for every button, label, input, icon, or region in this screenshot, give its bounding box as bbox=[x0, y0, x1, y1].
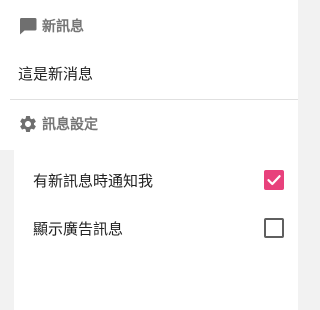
pref-label-show-ad-messages: 顯示廣告訊息 bbox=[33, 220, 124, 238]
new-message-panel: 新訊息 這是新消息 訊息設定 bbox=[0, 0, 298, 150]
new-message-section-header: 新訊息 bbox=[18, 15, 84, 37]
new-message-section-title: 新訊息 bbox=[42, 19, 84, 35]
message-settings-section-header: 訊息設定 bbox=[18, 113, 98, 135]
checkmark-icon bbox=[267, 175, 281, 186]
chat-bubble-icon bbox=[18, 16, 38, 36]
divider bbox=[10, 99, 298, 100]
gear-icon bbox=[18, 114, 38, 134]
pref-row-notify-new-message[interactable]: 有新訊息時通知我 bbox=[14, 159, 298, 201]
pref-row-show-ad-messages[interactable]: 顯示廣告訊息 bbox=[14, 207, 298, 249]
message-settings-section-title: 訊息設定 bbox=[42, 117, 98, 133]
notify-new-message-checkbox[interactable] bbox=[264, 170, 284, 190]
message-text: 這是新消息 bbox=[18, 65, 94, 83]
pref-label-notify-new-message: 有新訊息時通知我 bbox=[33, 172, 154, 190]
show-ad-messages-checkbox[interactable] bbox=[264, 218, 284, 238]
